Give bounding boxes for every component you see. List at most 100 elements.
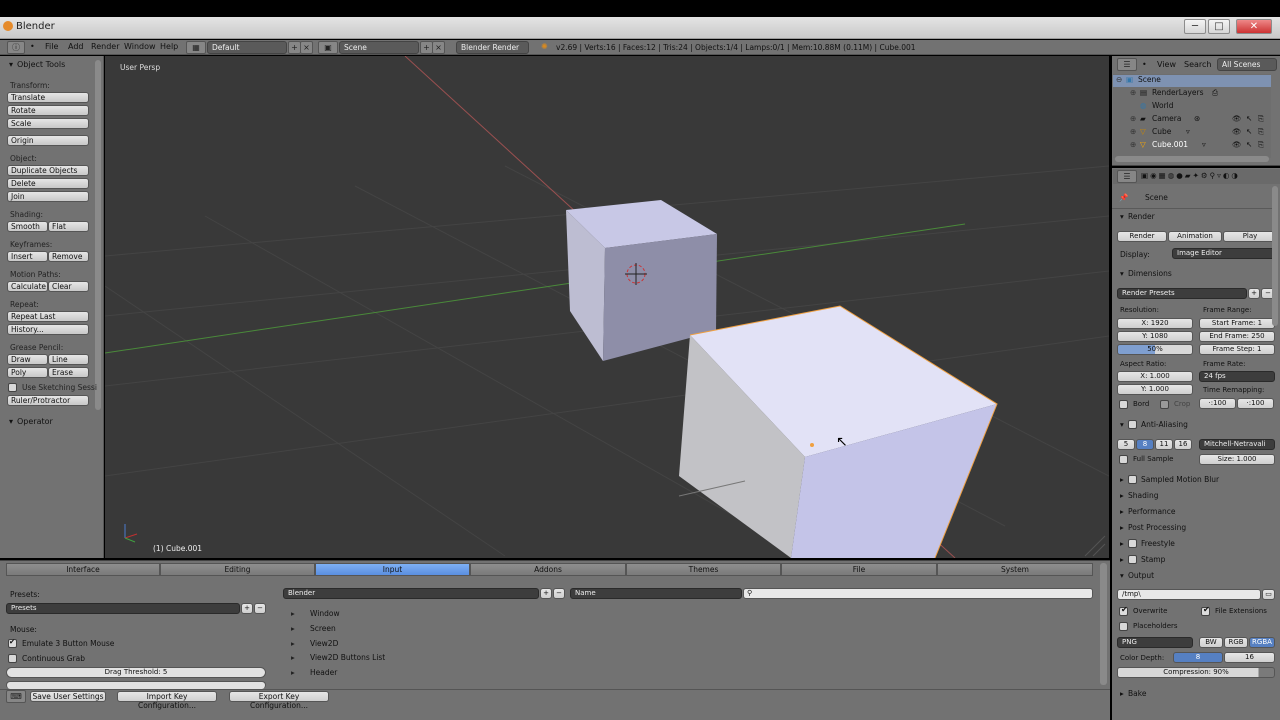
- tab-file[interactable]: File: [781, 563, 937, 576]
- close-button[interactable]: ✕: [1236, 19, 1272, 34]
- scene-icon[interactable]: ▣: [318, 41, 338, 54]
- tweak-threshold-field[interactable]: [6, 681, 266, 689]
- chevron-right-icon[interactable]: ▸: [1120, 555, 1124, 564]
- ruler-protractor-button[interactable]: Ruler/Protractor: [7, 395, 89, 406]
- render-button[interactable]: Render: [1117, 231, 1167, 242]
- prefs-scrollbar[interactable]: [1100, 563, 1107, 685]
- chevron-right-icon[interactable]: ▸: [1120, 475, 1124, 484]
- menu-file[interactable]: File: [45, 42, 58, 51]
- 3d-viewport[interactable]: [105, 56, 1109, 558]
- play-button[interactable]: Play: [1223, 231, 1277, 242]
- tab-input[interactable]: Input: [315, 563, 470, 576]
- pin-icon[interactable]: 📌: [1119, 193, 1128, 202]
- folder-icon[interactable]: ▭: [1262, 589, 1275, 600]
- performance-panel-title[interactable]: Performance: [1128, 507, 1176, 516]
- outliner-item-world[interactable]: ◍ World: [1116, 101, 1266, 114]
- animation-button[interactable]: Animation: [1168, 231, 1222, 242]
- freestyle-panel-title[interactable]: Freestyle: [1141, 539, 1175, 548]
- outliner-editor-icon[interactable]: ☰: [1117, 58, 1137, 71]
- smooth-button[interactable]: Smooth: [7, 221, 48, 232]
- post-processing-panel-title[interactable]: Post Processing: [1128, 523, 1186, 532]
- add-keymap-icon[interactable]: +: [540, 588, 552, 599]
- chevron-down-icon[interactable]: ▾: [1120, 420, 1124, 429]
- chevron-right-icon[interactable]: ▸: [1120, 507, 1124, 516]
- output-panel-title[interactable]: Output: [1128, 571, 1154, 580]
- repeat-last-button[interactable]: Repeat Last: [7, 311, 89, 322]
- dimensions-panel-title[interactable]: Dimensions: [1128, 269, 1172, 278]
- keymap-search-input[interactable]: ⚲: [743, 588, 1093, 599]
- full-sample-checkbox[interactable]: [1119, 455, 1128, 464]
- search-field-type-select[interactable]: Name: [570, 588, 742, 599]
- outliner-hscrollbar[interactable]: [1115, 156, 1269, 162]
- viewport-corner-handle[interactable]: [1084, 535, 1106, 557]
- properties-editor-icon[interactable]: ☰: [1117, 170, 1137, 183]
- render-panel-title[interactable]: Render: [1128, 212, 1155, 221]
- rotate-button[interactable]: Rotate: [7, 105, 89, 116]
- keymap-item-view2d[interactable]: ▸ View2D: [291, 639, 411, 650]
- outliner-item-cube-001[interactable]: ⊕ ▽ Cube.001 ▿ 👁 ↖ ⎘: [1116, 140, 1266, 153]
- clear-button[interactable]: Clear: [48, 281, 89, 292]
- tab-interface[interactable]: Interface: [6, 563, 160, 576]
- outliner-item-renderlayers[interactable]: ⊕ ▤ RenderLayers ⎙: [1116, 88, 1266, 101]
- chevron-down-icon[interactable]: ▾: [9, 60, 13, 69]
- remove-scene-icon[interactable]: ×: [432, 41, 445, 54]
- context-tab-icons[interactable]: ▣◉▦◍●▰✦⚙⚲▿◐◑: [1141, 171, 1240, 180]
- calculate-button[interactable]: Calculate: [7, 281, 48, 292]
- keymap-preset-select[interactable]: Blender: [283, 588, 539, 599]
- render-presets-select[interactable]: Render Presets: [1117, 288, 1247, 299]
- render-engine-select[interactable]: Blender Render: [456, 41, 529, 54]
- keymap-item-screen[interactable]: ▸ Screen: [291, 624, 411, 635]
- compression-slider[interactable]: Compression: 90%: [1117, 667, 1275, 678]
- import-key-configuration-button[interactable]: Import Key Configuration...: [117, 691, 217, 710]
- anti-aliasing-checkbox[interactable]: [1128, 420, 1137, 429]
- add-preset-icon[interactable]: +: [1248, 288, 1260, 299]
- draw-button[interactable]: Draw: [7, 354, 48, 365]
- continuous-grab-checkbox[interactable]: [8, 654, 17, 663]
- keymap-item-view2d-buttons-list[interactable]: ▸ View2D Buttons List: [291, 653, 411, 664]
- frame-step-field[interactable]: Frame Step: 1: [1199, 344, 1275, 355]
- motion-blur-checkbox[interactable]: [1128, 475, 1137, 484]
- outliner-menu-view[interactable]: View: [1157, 60, 1176, 69]
- frame-rate-select[interactable]: 24 fps: [1199, 371, 1275, 382]
- outliner-item-scene[interactable]: ⊖ ▣ Scene: [1116, 75, 1266, 88]
- toolbar-scrollbar[interactable]: [95, 60, 101, 410]
- menu-render[interactable]: Render: [91, 42, 119, 51]
- presets-select[interactable]: Presets: [6, 603, 240, 614]
- operator-panel-title[interactable]: Operator: [17, 417, 53, 426]
- insert-keyframe-button[interactable]: Insert: [7, 251, 48, 262]
- poly-button[interactable]: Poly: [7, 367, 48, 378]
- bake-panel-title[interactable]: Bake: [1128, 689, 1146, 698]
- cube-001-object[interactable]: [678, 305, 998, 558]
- outliner-filter-select[interactable]: All Scenes: [1217, 58, 1277, 71]
- delete-button[interactable]: Delete: [7, 178, 89, 189]
- join-button[interactable]: Join: [7, 191, 89, 202]
- remove-preset-icon[interactable]: −: [254, 603, 266, 614]
- sampled-motion-blur-title[interactable]: Sampled Motion Blur: [1141, 475, 1219, 484]
- aa-filter-select[interactable]: Mitchell-Netravali: [1199, 439, 1275, 450]
- aa-samples-16[interactable]: 16: [1174, 439, 1192, 450]
- rgb-button[interactable]: RGB: [1224, 637, 1248, 648]
- tab-system[interactable]: System: [937, 563, 1093, 576]
- resolution-y-field[interactable]: Y: 1080: [1117, 331, 1193, 342]
- save-user-settings-button[interactable]: Save User Settings: [30, 691, 106, 702]
- border-checkbox[interactable]: [1119, 400, 1128, 409]
- scene-field[interactable]: Scene: [339, 41, 419, 54]
- chevron-right-icon[interactable]: ▸: [1120, 539, 1124, 548]
- tab-themes[interactable]: Themes: [626, 563, 781, 576]
- aa-samples-5[interactable]: 5: [1117, 439, 1135, 450]
- remove-layout-icon[interactable]: ×: [300, 41, 313, 54]
- translate-button[interactable]: Translate: [7, 92, 89, 103]
- color-depth-16-button[interactable]: 16: [1224, 652, 1275, 663]
- tab-addons[interactable]: Addons: [470, 563, 626, 576]
- menu-window[interactable]: Window: [124, 42, 156, 51]
- minimize-button[interactable]: ─: [1184, 19, 1206, 34]
- origin-button[interactable]: Origin: [7, 135, 89, 146]
- resolution-x-field[interactable]: X: 1920: [1117, 318, 1193, 329]
- start-frame-field[interactable]: Start Frame: 1: [1199, 318, 1275, 329]
- export-key-configuration-button[interactable]: Export Key Configuration...: [229, 691, 329, 710]
- resolution-percent-slider[interactable]: 50%: [1117, 344, 1193, 355]
- color-depth-8-button[interactable]: 8: [1173, 652, 1223, 663]
- properties-scrollbar[interactable]: [1272, 186, 1278, 326]
- add-preset-icon[interactable]: +: [241, 603, 253, 614]
- file-format-select[interactable]: PNG: [1117, 637, 1193, 648]
